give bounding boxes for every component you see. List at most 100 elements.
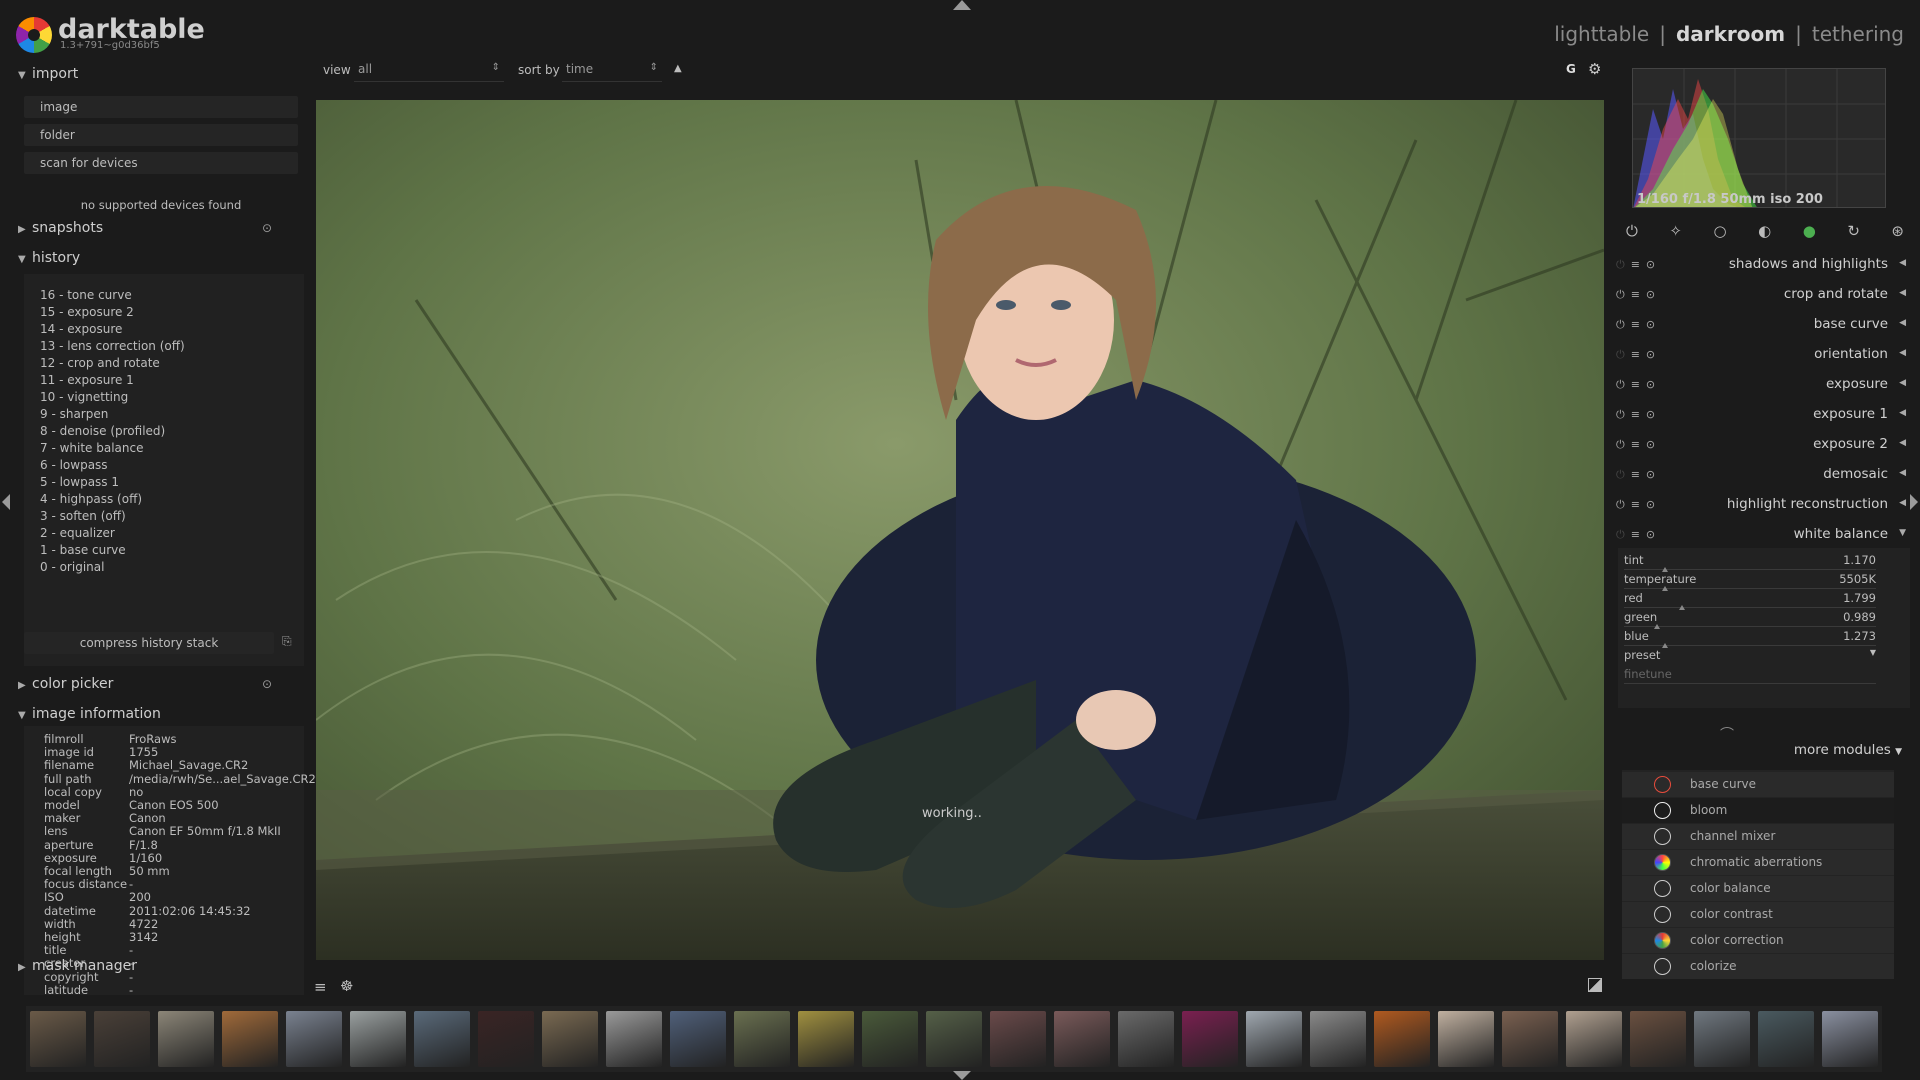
power-icon[interactable]: ⏻ bbox=[1616, 378, 1631, 391]
gear-icon[interactable]: ⚙ bbox=[1588, 60, 1601, 78]
softproof-icon[interactable] bbox=[1588, 978, 1602, 992]
styles-icon[interactable]: ☸ bbox=[340, 977, 353, 995]
effect-group-icon[interactable]: ⊛ bbox=[1891, 222, 1904, 246]
favorites-icon[interactable]: ✧ bbox=[1669, 222, 1682, 246]
module-orientation[interactable]: ⏻≡⊙ orientation ◀ bbox=[1612, 342, 1910, 370]
more-module-item[interactable]: base curve bbox=[1622, 772, 1894, 797]
history-item[interactable]: 7 - white balance bbox=[40, 441, 144, 458]
compress-history-button[interactable]: compress history stack bbox=[24, 632, 274, 654]
color-group-icon[interactable]: ● bbox=[1803, 222, 1816, 246]
more-module-item[interactable]: colorize bbox=[1622, 954, 1894, 979]
snapshots-section-header[interactable]: ▶ snapshots ⊙ bbox=[18, 220, 302, 242]
reset-icon[interactable]: ⊙ bbox=[1646, 378, 1661, 391]
wb-slider-tint[interactable]: tint 1.170 bbox=[1624, 553, 1876, 572]
reset-icon[interactable]: ⊙ bbox=[1646, 468, 1661, 481]
scan-devices-button[interactable]: scan for devices bbox=[24, 152, 298, 174]
power-icon[interactable]: ⏻ bbox=[1616, 468, 1631, 481]
basic-group-icon[interactable]: ○ bbox=[1713, 222, 1726, 246]
power-icon[interactable]: ⏻ bbox=[1616, 348, 1631, 361]
history-item[interactable]: 15 - exposure 2 bbox=[40, 305, 134, 322]
thumbnail[interactable] bbox=[222, 1011, 278, 1067]
history-item[interactable]: 14 - exposure bbox=[40, 322, 122, 339]
view-tethering[interactable]: tethering bbox=[1812, 22, 1904, 46]
history-item[interactable]: 2 - equalizer bbox=[40, 526, 115, 543]
history-item[interactable]: 13 - lens correction (off) bbox=[40, 339, 185, 356]
tone-group-icon[interactable]: ◐ bbox=[1758, 222, 1771, 246]
more-module-item[interactable]: bloom bbox=[1622, 798, 1894, 823]
multi-instance-icon[interactable]: ≡ bbox=[1631, 378, 1646, 391]
thumbnail[interactable] bbox=[30, 1011, 86, 1067]
history-item[interactable]: 4 - highpass (off) bbox=[40, 492, 142, 509]
module-expand-arrow-icon[interactable]: ◀ bbox=[1899, 378, 1906, 388]
thumbnail[interactable] bbox=[94, 1011, 150, 1067]
thumbnail[interactable] bbox=[158, 1011, 214, 1067]
history-item[interactable]: 12 - crop and rotate bbox=[40, 356, 160, 373]
more-module-item[interactable]: color correction bbox=[1622, 928, 1894, 953]
module-highlight-reconstruction[interactable]: ⏻≡⊙ highlight reconstruction ◀ bbox=[1612, 492, 1910, 520]
preset-select[interactable]: preset ▼ bbox=[1624, 648, 1876, 667]
histogram[interactable] bbox=[1632, 68, 1886, 208]
module-exposure-1[interactable]: ⏻≡⊙ exposure 1 ◀ bbox=[1612, 402, 1910, 430]
thumbnail[interactable] bbox=[1502, 1011, 1558, 1067]
multi-instance-icon[interactable]: ≡ bbox=[1631, 288, 1646, 301]
thumbnail[interactable] bbox=[350, 1011, 406, 1067]
multi-instance-icon[interactable]: ≡ bbox=[1631, 438, 1646, 451]
import-section-header[interactable]: ▼ import bbox=[18, 66, 302, 88]
thumbnail[interactable] bbox=[990, 1011, 1046, 1067]
collapse-top-panel-arrow[interactable] bbox=[953, 0, 971, 10]
collapse-bottom-panel-arrow[interactable] bbox=[953, 1071, 971, 1080]
thumbnail[interactable] bbox=[606, 1011, 662, 1067]
import-image-button[interactable]: image bbox=[24, 96, 298, 118]
thumbnail[interactable] bbox=[798, 1011, 854, 1067]
history-section-header[interactable]: ▼ history bbox=[18, 250, 302, 272]
view-select[interactable]: all ⇕ bbox=[354, 62, 504, 82]
module-expand-arrow-icon[interactable]: ▼ bbox=[1899, 528, 1906, 538]
history-item[interactable]: 11 - exposure 1 bbox=[40, 373, 134, 390]
module-expand-arrow-icon[interactable]: ◀ bbox=[1899, 468, 1906, 478]
reset-icon[interactable]: ⊙ bbox=[1646, 288, 1661, 301]
power-icon[interactable]: ⏻ bbox=[1616, 288, 1631, 301]
multi-instance-icon[interactable]: ≡ bbox=[1631, 348, 1646, 361]
thumbnail[interactable] bbox=[1694, 1011, 1750, 1067]
thumbnail[interactable] bbox=[1246, 1011, 1302, 1067]
thumbnail[interactable] bbox=[1822, 1011, 1878, 1067]
reset-icon[interactable]: ⊙ bbox=[1646, 498, 1661, 511]
multi-instance-icon[interactable]: ≡ bbox=[1631, 528, 1646, 541]
more-module-item[interactable]: color balance bbox=[1622, 876, 1894, 901]
thumbnail[interactable] bbox=[1438, 1011, 1494, 1067]
thumbnail[interactable] bbox=[1054, 1011, 1110, 1067]
thumbnail[interactable] bbox=[670, 1011, 726, 1067]
wb-slider-red[interactable]: red 1.799 bbox=[1624, 591, 1876, 610]
history-item[interactable]: 6 - lowpass bbox=[40, 458, 108, 475]
thumbnail[interactable] bbox=[1630, 1011, 1686, 1067]
history-item[interactable]: 8 - denoise (profiled) bbox=[40, 424, 165, 441]
menu-icon[interactable]: ≡ bbox=[314, 978, 327, 996]
thumbnail[interactable] bbox=[286, 1011, 342, 1067]
reset-icon[interactable]: ⊙ bbox=[262, 221, 272, 235]
module-expand-arrow-icon[interactable]: ◀ bbox=[1899, 408, 1906, 418]
more-module-item[interactable]: channel mixer bbox=[1622, 824, 1894, 849]
module-shadows-and-highlights[interactable]: ⏻≡⊙ shadows and highlights ◀ bbox=[1612, 252, 1910, 280]
module-expand-arrow-icon[interactable]: ◀ bbox=[1899, 348, 1906, 358]
thumbnail[interactable] bbox=[1118, 1011, 1174, 1067]
history-item[interactable]: 10 - vignetting bbox=[40, 390, 128, 407]
compress-options-icon[interactable]: ⎘ bbox=[282, 634, 292, 649]
power-icon[interactable]: ⏻ bbox=[1626, 222, 1638, 246]
history-item[interactable]: 5 - lowpass 1 bbox=[40, 475, 119, 492]
view-darkroom[interactable]: darkroom bbox=[1676, 22, 1785, 46]
module-expand-arrow-icon[interactable]: ◀ bbox=[1899, 318, 1906, 328]
module-expand-arrow-icon[interactable]: ◀ bbox=[1899, 498, 1906, 508]
reset-icon[interactable]: ⊙ bbox=[1646, 438, 1661, 451]
import-folder-button[interactable]: folder bbox=[24, 124, 298, 146]
power-icon[interactable]: ⏻ bbox=[1616, 528, 1631, 541]
thumbnail[interactable] bbox=[1374, 1011, 1430, 1067]
history-item[interactable]: 16 - tone curve bbox=[40, 288, 132, 305]
more-module-item[interactable]: color contrast bbox=[1622, 902, 1894, 927]
history-item[interactable]: 3 - soften (off) bbox=[40, 509, 126, 526]
thumbnail[interactable] bbox=[414, 1011, 470, 1067]
reset-icon[interactable]: ⊙ bbox=[1646, 318, 1661, 331]
reset-icon[interactable]: ⊙ bbox=[1646, 258, 1661, 271]
module-expand-arrow-icon[interactable]: ◀ bbox=[1899, 258, 1906, 268]
power-icon[interactable]: ⏻ bbox=[1616, 498, 1631, 511]
power-icon[interactable]: ⏻ bbox=[1616, 438, 1631, 451]
